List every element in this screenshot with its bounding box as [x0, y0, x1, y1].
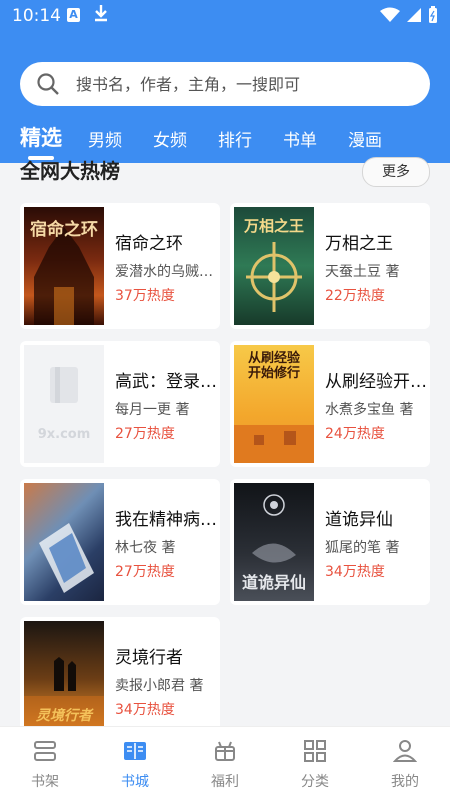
book-card[interactable]: 9x.com 高武：登录未来一万年 每月一更 著 27万热度 — [20, 341, 220, 467]
bookshelf-icon — [34, 741, 56, 761]
signal-icon — [406, 7, 422, 27]
book-card[interactable]: 灵境行者 灵境行者 卖报小郎君 著 34万热度 — [20, 617, 220, 726]
nav-bookstore[interactable]: 书城 — [90, 727, 180, 801]
book-cover: 灵境行者 — [24, 621, 104, 726]
search-input[interactable] — [74, 73, 418, 95]
cover-title: 万相之王 — [243, 217, 304, 235]
cover-watermark: 9x.com — [37, 427, 91, 442]
book-cover: 万相之王 — [234, 207, 314, 325]
more-button[interactable]: 更多 — [362, 157, 430, 187]
bottom-nav: 书架 书城 福利 分类 我的 — [0, 726, 450, 801]
book-heat: 34万热度 — [325, 564, 385, 580]
cover-title: 灵境行者 — [36, 708, 92, 724]
search-bar[interactable] — [20, 62, 430, 106]
header: 10:14 A 精选 男频 女频 排行 书单 漫画 — [0, 0, 450, 163]
nav-profile[interactable]: 我的 — [360, 727, 450, 801]
nav-label: 我的 — [391, 774, 419, 790]
tab-featured[interactable]: 精选 — [20, 122, 62, 152]
cover-title: 从刷经验开始修行 — [247, 351, 300, 381]
book-cover — [24, 483, 104, 601]
nav-label: 分类 — [301, 774, 329, 790]
user-icon — [393, 740, 417, 762]
search-icon — [37, 73, 59, 95]
status-bar: 10:14 A — [0, 0, 450, 32]
tab-ranking[interactable]: 排行 — [218, 126, 252, 151]
keyboard-a-icon: A — [67, 8, 80, 22]
nav-benefits[interactable]: 福利 — [180, 727, 270, 801]
cover-title: 道诡异仙 — [241, 573, 306, 592]
book-title: 万相之王 — [325, 234, 393, 254]
book-card[interactable]: 万相之王 万相之王 天蚕土豆 著 22万热度 — [230, 203, 430, 329]
book-author: 水煮多宝鱼 著 — [325, 402, 414, 418]
book-author: 天蚕土豆 著 — [325, 264, 400, 280]
section-title: 全网大热榜 — [20, 159, 120, 183]
book-heat: 24万热度 — [325, 426, 385, 442]
category-tabs: 精选 男频 女频 排行 书单 漫画 — [0, 118, 450, 160]
book-title: 我在精神病院学斩神 — [115, 510, 217, 530]
book-heat: 22万热度 — [325, 288, 385, 304]
book-card[interactable]: 道诡异仙 道诡异仙 狐尾的笔 著 34万热度 — [230, 479, 430, 605]
book-heat: 27万热度 — [115, 564, 175, 580]
book-author: 每月一更 著 — [115, 402, 190, 418]
book-cover-placeholder: 9x.com — [24, 345, 104, 463]
section-header: 全网大热榜 更多 — [0, 157, 450, 191]
book-cover: 从刷经验开始修行 — [234, 345, 314, 463]
book-open-icon — [124, 742, 146, 760]
battery-icon — [428, 6, 438, 28]
tab-male[interactable]: 男频 — [88, 126, 122, 151]
cover-title: 宿命之环 — [30, 220, 98, 240]
book-title: 从刷经验开始修行 — [325, 372, 427, 392]
tab-booklist[interactable]: 书单 — [283, 126, 317, 151]
tab-female[interactable]: 女频 — [153, 126, 187, 151]
book-card[interactable]: 我在精神病院学斩神 林七夜 著 27万热度 — [20, 479, 220, 605]
book-cover: 道诡异仙 — [234, 483, 314, 601]
tab-comics[interactable]: 漫画 — [348, 126, 382, 151]
book-author: 狐尾的笔 著 — [325, 540, 400, 556]
grid-icon — [304, 740, 326, 762]
status-time: 10:14 — [12, 6, 61, 26]
book-title: 灵境行者 — [115, 648, 183, 668]
nav-label: 书城 — [121, 774, 149, 790]
download-icon — [94, 4, 108, 26]
book-card[interactable]: 宿命之环 宿命之环 爱潜水的乌贼 著 37万热度 — [20, 203, 220, 329]
book-heat: 27万热度 — [115, 426, 175, 442]
wifi-icon — [380, 7, 400, 27]
nav-categories[interactable]: 分类 — [270, 727, 360, 801]
book-title: 宿命之环 — [115, 234, 183, 254]
book-author: 林七夜 著 — [115, 540, 176, 556]
book-author: 爱潜水的乌贼 著 — [115, 264, 217, 280]
book-heat: 34万热度 — [115, 702, 175, 718]
nav-label: 福利 — [211, 774, 239, 790]
nav-label: 书架 — [31, 774, 59, 790]
nav-bookshelf[interactable]: 书架 — [0, 727, 90, 801]
book-card[interactable]: 从刷经验开始修行 从刷经验开始修行 水煮多宝鱼 著 24万热度 — [230, 341, 430, 467]
book-author: 卖报小郎君 著 — [115, 678, 204, 694]
book-cover: 宿命之环 — [24, 207, 104, 325]
book-title: 道诡异仙 — [325, 510, 393, 530]
book-heat: 37万热度 — [115, 288, 175, 304]
gift-icon — [215, 741, 235, 761]
book-title: 高武：登录未来一万年 — [115, 372, 217, 392]
